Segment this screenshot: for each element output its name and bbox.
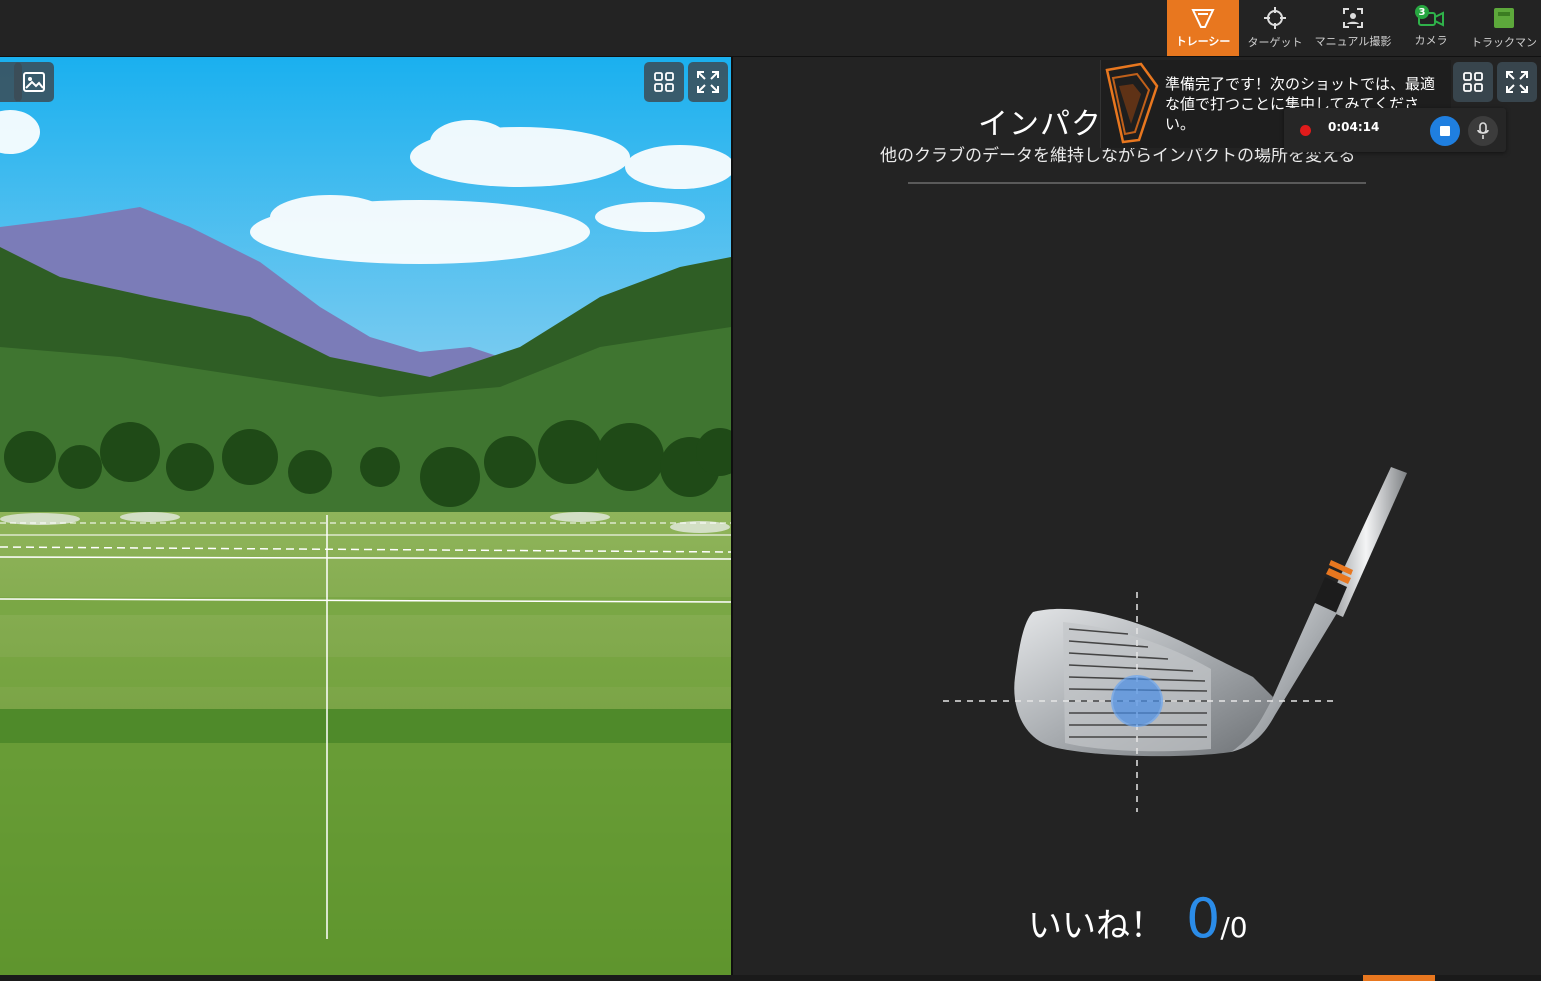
manual-capture-icon xyxy=(1343,8,1363,28)
likes-counter: いいね！ 0 /0 xyxy=(1028,887,1248,957)
crosshair-icon xyxy=(1264,7,1286,29)
course-view-panel xyxy=(0,57,731,975)
fullscreen-icon xyxy=(697,71,719,93)
grid-icon xyxy=(654,72,674,92)
microphone-button[interactable] xyxy=(1468,116,1498,146)
top-toolbar: トレーシー ターゲット マニュアル撮影 3 カメラ トラックマン xyxy=(0,0,1541,57)
iron-clubhead-diagram xyxy=(943,467,1407,812)
nav-manual-capture-label: マニュアル撮影 xyxy=(1314,35,1392,48)
impact-title: インパク xyxy=(978,107,1102,142)
trackman-icon xyxy=(1494,8,1514,28)
microphone-icon xyxy=(1477,122,1489,139)
image-button[interactable] xyxy=(14,62,54,102)
likes-total: /0 xyxy=(1220,911,1248,944)
fullscreen-button-right[interactable] xyxy=(1497,62,1537,102)
tracey-logo-icon xyxy=(1105,62,1159,144)
grid-view-button[interactable] xyxy=(644,62,684,102)
nav-manual-capture[interactable]: マニュアル撮影 xyxy=(1311,0,1395,56)
impact-point-marker[interactable] xyxy=(1111,675,1163,727)
nav-tracey-label: トレーシー xyxy=(1175,35,1231,48)
stop-icon xyxy=(1440,126,1450,136)
recording-indicator-icon xyxy=(1300,125,1311,136)
stop-recording-button[interactable] xyxy=(1430,116,1460,146)
bottom-accent-indicator xyxy=(1363,975,1435,981)
grid-view-button-right[interactable] xyxy=(1453,62,1493,102)
likes-count: 0 xyxy=(1186,887,1221,950)
nav-camera[interactable]: 3 カメラ xyxy=(1395,0,1467,56)
likes-label: いいね！ xyxy=(1028,906,1164,946)
title-divider xyxy=(908,182,1366,184)
golf-course-scene xyxy=(0,57,731,975)
image-icon xyxy=(23,72,45,92)
nav-trackman[interactable]: トラックマン xyxy=(1467,0,1541,56)
tracey-icon xyxy=(1191,9,1215,28)
nav-tracey[interactable]: トレーシー xyxy=(1167,0,1239,56)
nav-target-label: ターゲット xyxy=(1247,36,1303,49)
nav-trackman-label: トラックマン xyxy=(1471,36,1537,49)
camera-count-badge: 3 xyxy=(1415,5,1429,19)
nav-target[interactable]: ターゲット xyxy=(1239,0,1311,56)
grid-icon xyxy=(1463,72,1483,92)
impact-panel: インパク 他のクラブのデータを維持しながらインパクトの場所を変える いいね！ 0… xyxy=(733,57,1541,975)
nav-camera-label: カメラ xyxy=(1414,34,1448,47)
bottom-status-strip xyxy=(0,975,1541,981)
fullscreen-button[interactable] xyxy=(688,62,728,102)
fullscreen-icon xyxy=(1506,71,1528,93)
recording-bar: 0:04:14 xyxy=(1284,108,1506,152)
recording-time: 0:04:14 xyxy=(1328,120,1380,134)
